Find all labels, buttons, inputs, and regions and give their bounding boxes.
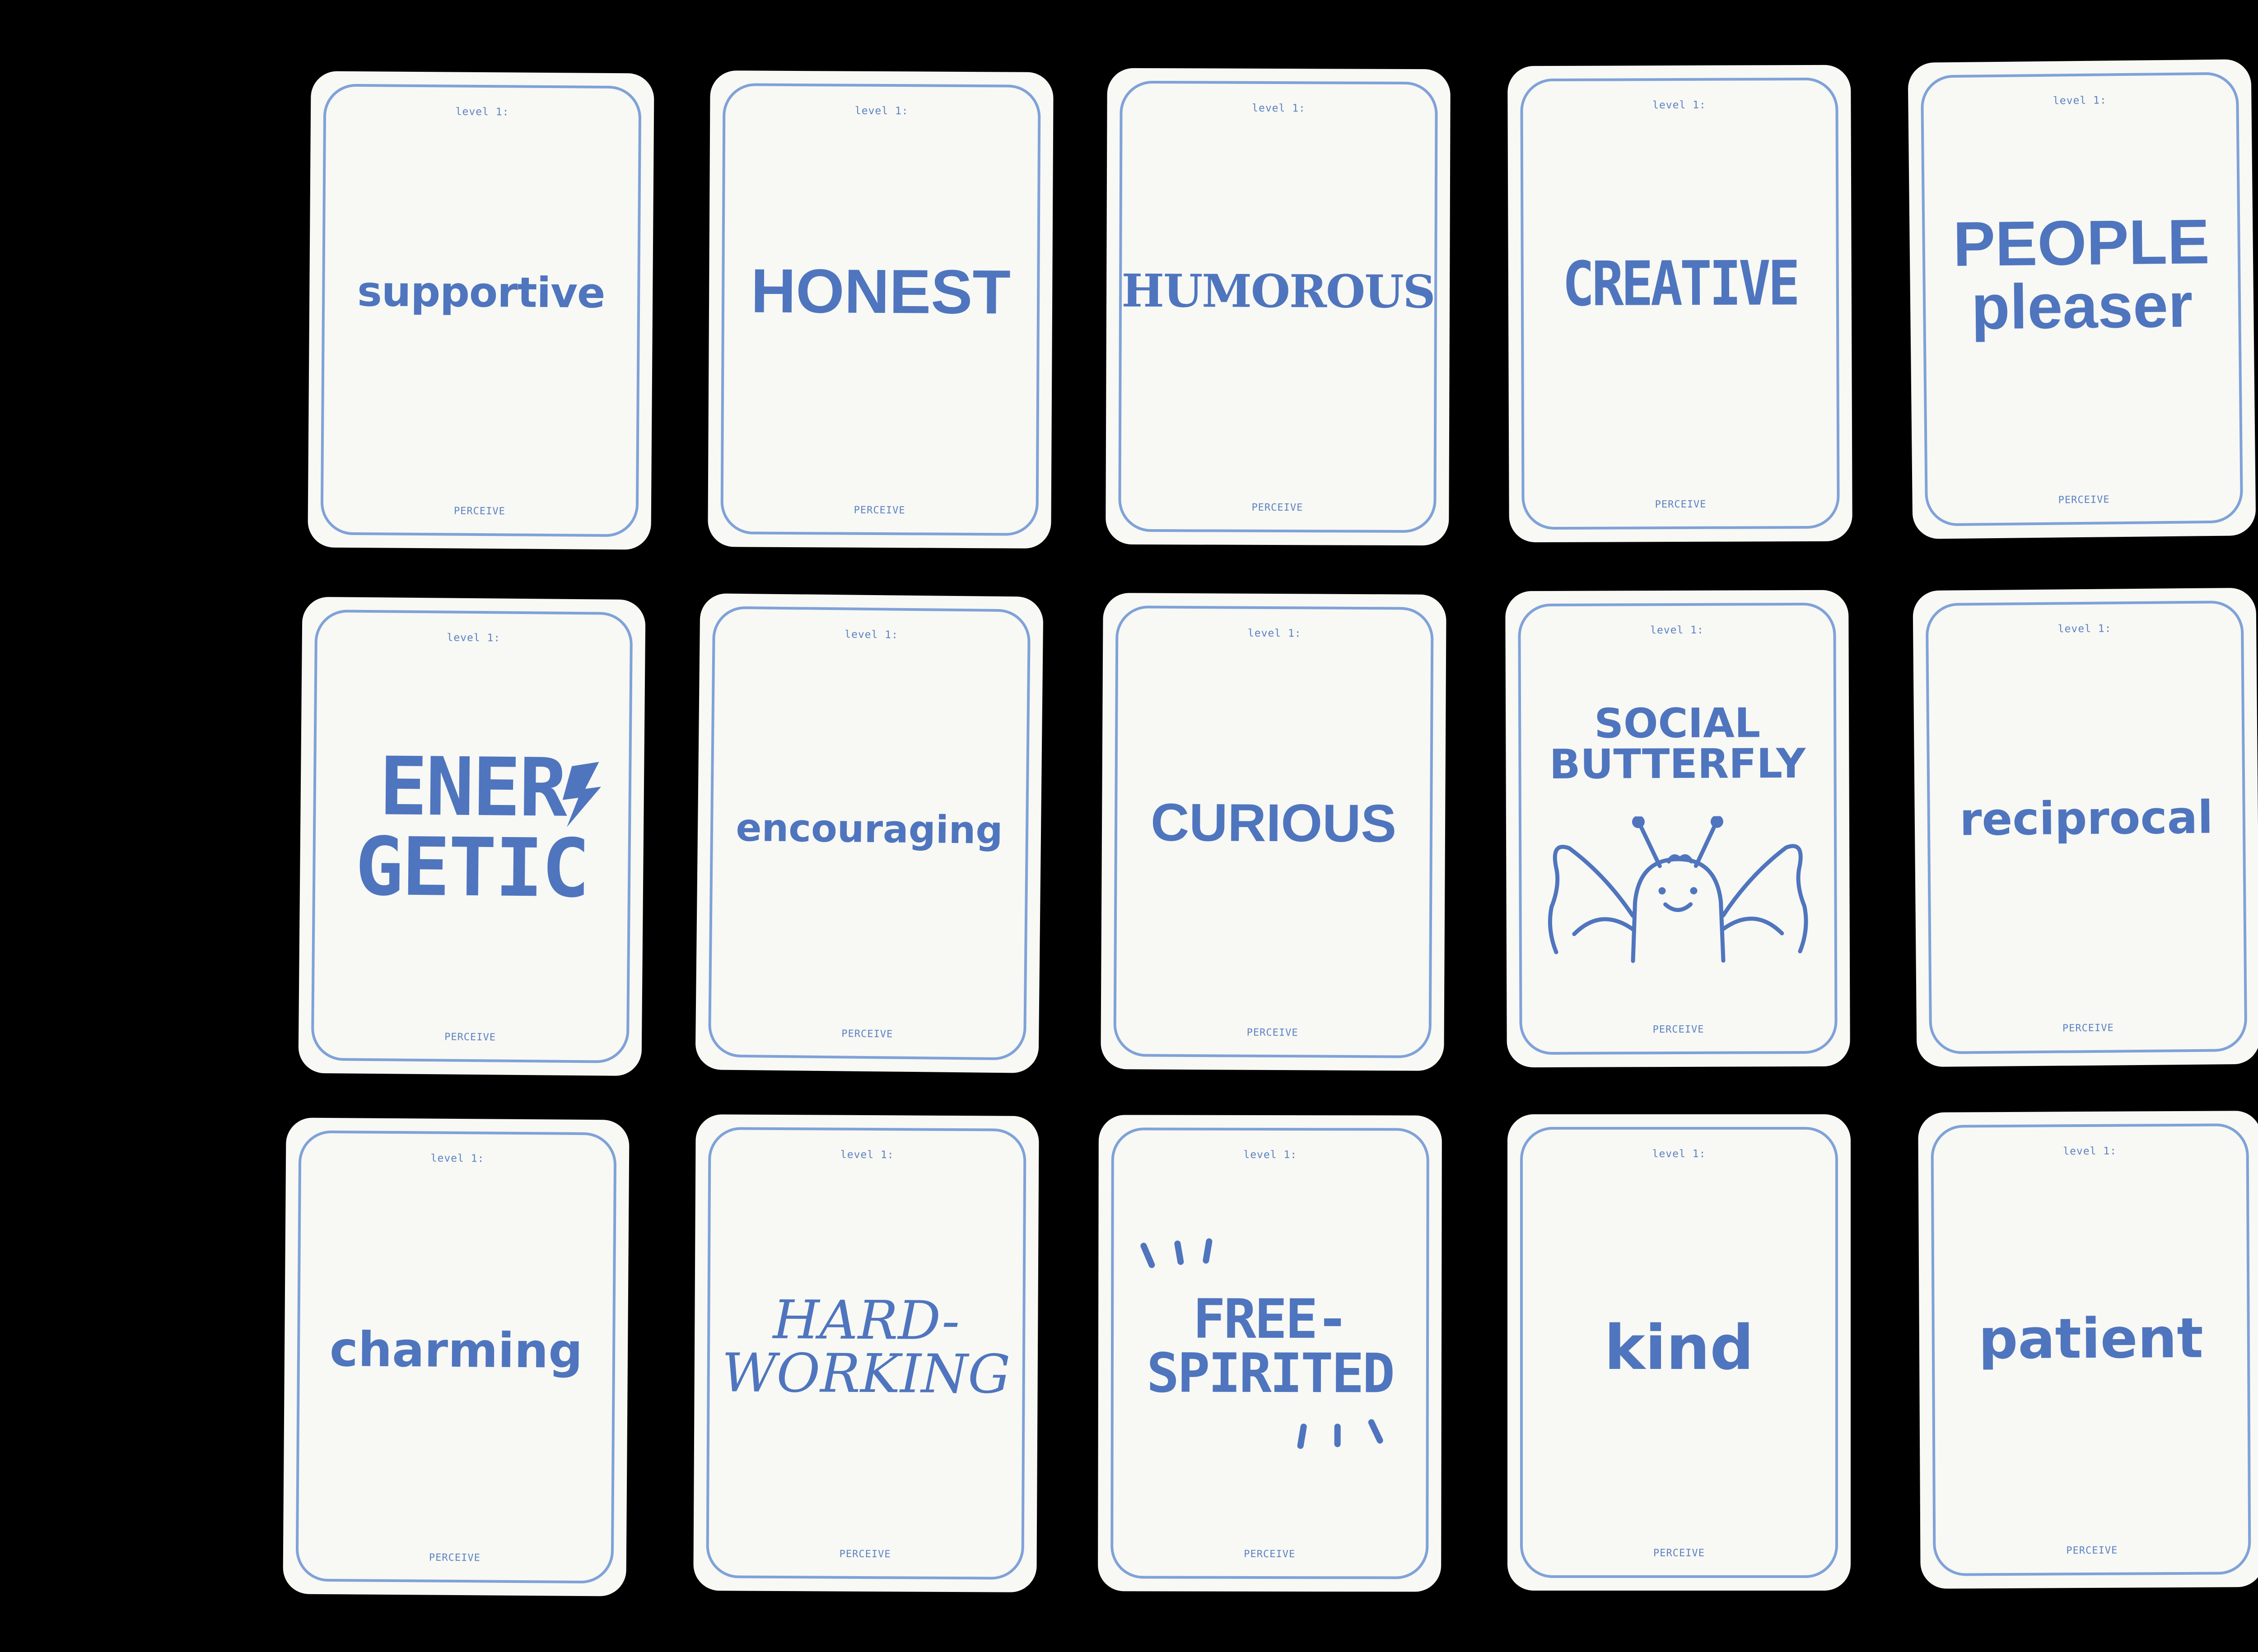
- card-footer-label: PERCEIVE: [1655, 498, 1707, 511]
- card-charming: level 1: charming PERCEIVE: [283, 1117, 630, 1596]
- card-word: patient: [1978, 1306, 2204, 1371]
- card-social-butterfly: level 1: SOCIAL BUTTERFLY PERCEIVE: [1505, 590, 1850, 1068]
- card-supportive: level 1: supportive PERCEIVE: [308, 71, 654, 550]
- card-footer-label: PERCEIVE: [1653, 1548, 1705, 1559]
- card-word: supportive: [357, 267, 605, 317]
- card-honest: level 1: HONEST PERCEIVE: [708, 70, 1054, 549]
- card-curious: level 1: CURIOUS PERCEIVE: [1101, 593, 1446, 1071]
- card-creative: level 1: CREATIVE PERCEIVE: [1507, 65, 1852, 543]
- card-people-pleaser: level 1: PEOPLE pleaser PERCEIVE: [1908, 59, 2256, 539]
- card-footer-label: PERCEIVE: [1652, 1024, 1704, 1036]
- burst-rays-icon: [1140, 1238, 1383, 1449]
- card-word: CURIOUS: [1150, 792, 1397, 853]
- butterfly-creature-icon: [1548, 815, 1808, 963]
- card-encouraging: level 1: encouraging PERCEIVE: [695, 593, 1044, 1073]
- card-word: kind: [1604, 1312, 1754, 1384]
- card-footer-label: PERCEIVE: [1244, 1548, 1296, 1560]
- lightning-icon: [562, 762, 601, 827]
- card-footer-label: PERCEIVE: [2066, 1545, 2118, 1557]
- card-footer-label: PERCEIVE: [453, 505, 505, 517]
- card-word: HUMOROUS: [1121, 264, 1435, 318]
- card-kind: level 1: kind PERCEIVE: [1507, 1114, 1851, 1591]
- card-footer-label: PERCEIVE: [1246, 1027, 1298, 1039]
- card-footer-label: PERCEIVE: [839, 1548, 891, 1560]
- card-footer-label: PERCEIVE: [1251, 502, 1303, 514]
- card-humorous: level 1: HUMOROUS PERCEIVE: [1106, 68, 1451, 546]
- card-footer-label: PERCEIVE: [429, 1552, 481, 1564]
- card-hard-working: level 1: HARD- WORKING PERCEIVE: [693, 1114, 1039, 1592]
- card-word: encouraging: [736, 805, 1003, 852]
- card-word: HONEST: [751, 256, 1011, 327]
- card-word: CREATIVE: [1562, 247, 1798, 320]
- card-reciprocal: level 1: reciprocal PERCEIVE: [1913, 587, 2258, 1067]
- card-free-spirited: level 1: FREE- SPIRITED PERCEIVE: [1098, 1115, 1442, 1592]
- card-energetic: level 1: ENER GETIC PERCEIVE: [298, 596, 646, 1076]
- card-word: reciprocal: [1959, 791, 2213, 846]
- card-word: PEOPLE pleaser: [1952, 205, 2210, 343]
- card-footer-label: PERCEIVE: [854, 504, 905, 517]
- card-word: charming: [329, 1321, 583, 1379]
- card-patient: level 1: patient PERCEIVE: [1918, 1111, 2258, 1589]
- card-word: HARD- WORKING: [721, 1288, 1011, 1405]
